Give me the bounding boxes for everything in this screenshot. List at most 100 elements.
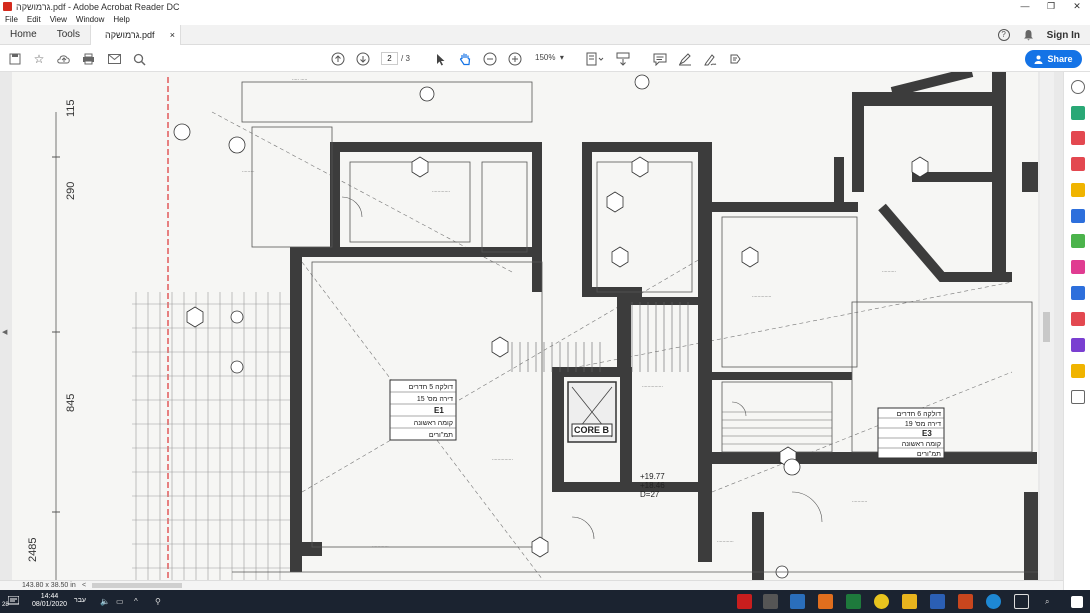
scan-ocr-icon[interactable]: [1071, 364, 1085, 378]
taskbar-calculator-icon[interactable]: [763, 594, 778, 609]
svg-text:.........: .........: [242, 168, 255, 174]
organize-pages-icon[interactable]: [1071, 234, 1085, 248]
scroll-mode-icon[interactable]: [615, 51, 631, 67]
page-number-input[interactable]: 2: [381, 52, 398, 65]
edit-pdf-icon[interactable]: [1071, 157, 1085, 171]
dimension-115: 115: [65, 99, 77, 117]
sign-icon[interactable]: [702, 51, 718, 67]
fill-and-sign-icon[interactable]: [1071, 260, 1085, 274]
vertical-scrollbar[interactable]: [1040, 72, 1054, 580]
fill-sign-icon[interactable]: [727, 51, 743, 67]
dimension-290: 290: [65, 182, 77, 200]
notification-center-icon[interactable]: [8, 596, 19, 607]
input-language[interactable]: עבר: [74, 597, 86, 604]
taskbar-app-icon[interactable]: [818, 594, 833, 609]
help-icon[interactable]: ?: [997, 29, 1010, 41]
network-icon[interactable]: ▭: [116, 597, 124, 606]
close-tab-icon[interactable]: ×: [170, 30, 175, 40]
menu-bar: File Edit View Window Help: [0, 13, 1090, 25]
vertical-scroll-thumb[interactable]: [1043, 312, 1050, 342]
comment-tool-icon[interactable]: [1071, 183, 1085, 197]
people-icon[interactable]: ⚲: [155, 597, 161, 606]
clock-date: 08/01/2020: [32, 601, 68, 608]
volume-icon[interactable]: 🔈: [100, 597, 110, 606]
document-viewer[interactable]: ◀ 115 290 845 2485 CORE B +19.77 +18.46 …: [0, 72, 1063, 580]
minimize-button[interactable]: —: [1012, 0, 1038, 13]
email-icon[interactable]: [106, 51, 122, 67]
taskbar-search-icon[interactable]: ⌕: [1045, 597, 1049, 607]
upload-cloud-icon[interactable]: [56, 51, 72, 67]
export-pdf-icon[interactable]: [1071, 106, 1085, 120]
floor-plan-drawing: 115 290 845 2485 CORE B +19.77 +18.46 D=…: [27, 72, 1038, 580]
sign-in-button[interactable]: Sign In: [1047, 30, 1080, 41]
taskbar-word-icon[interactable]: [930, 594, 945, 609]
svg-text:..... .....: ..... .....: [292, 76, 307, 82]
tray-arrow-icon[interactable]: ^: [134, 597, 138, 606]
room-right-type: דולקה 6 חדרים: [897, 410, 941, 418]
taskbar-chrome-icon[interactable]: [874, 594, 889, 609]
collapse-left-pane-icon[interactable]: ◀: [2, 328, 7, 336]
create-pdf-icon[interactable]: [1071, 131, 1085, 145]
previous-page-icon[interactable]: [330, 51, 346, 67]
share-button[interactable]: Share: [1025, 50, 1082, 68]
dimension-845: 845: [65, 394, 77, 412]
save-icon[interactable]: [7, 51, 23, 67]
taskbar-outlook-icon[interactable]: [790, 594, 805, 609]
taskbar-acrobat-icon[interactable]: [737, 594, 752, 609]
menu-file[interactable]: File: [5, 15, 18, 24]
taskbar-powerpoint-icon[interactable]: [958, 594, 973, 609]
tab-home[interactable]: Home: [0, 25, 47, 45]
taskbar-clock[interactable]: 14:44 08/01/2020: [32, 593, 67, 609]
tab-tools[interactable]: Tools: [47, 25, 90, 45]
taskbar-excel-icon[interactable]: [846, 594, 861, 609]
menu-edit[interactable]: Edit: [27, 15, 41, 24]
hand-tool-icon[interactable]: [457, 51, 473, 67]
window-titlebar: גרמושקה.pdf - Adobe Acrobat Reader DC — …: [0, 0, 1090, 13]
zoom-out-icon[interactable]: [482, 51, 498, 67]
svg-text:.............: .............: [432, 188, 450, 194]
zoom-tool-icon[interactable]: [1071, 80, 1085, 94]
zoom-level-select[interactable]: 150% ▾: [535, 53, 564, 62]
zoom-value: 150%: [535, 53, 556, 62]
taskbar-task-view-icon[interactable]: [1014, 594, 1029, 609]
share-label: Share: [1047, 54, 1073, 64]
menu-help[interactable]: Help: [113, 15, 129, 24]
comment-icon[interactable]: [652, 51, 668, 67]
tab-bar: Home Tools גרמושקה.pdf × ? Sign In: [0, 24, 1090, 45]
page-display-icon[interactable]: [584, 51, 606, 67]
search-icon[interactable]: [131, 51, 147, 67]
taskbar-edge-icon[interactable]: [986, 594, 1001, 609]
protect-icon[interactable]: [1071, 286, 1085, 300]
svg-text:..........: ..........: [882, 268, 896, 274]
select-cursor-icon[interactable]: [433, 51, 449, 67]
room-left-code: E1: [434, 406, 444, 415]
zoom-in-icon[interactable]: [507, 51, 523, 67]
clock-time: 14:44: [40, 593, 59, 600]
combine-files-icon[interactable]: [1071, 209, 1085, 223]
menu-window[interactable]: Window: [76, 15, 104, 24]
windows-taskbar: 28 14:44 08/01/2020 עבר 🔈 ▭ ^ ⚲ ⌕: [0, 590, 1090, 613]
tab-document[interactable]: גרמושקה.pdf ×: [90, 24, 182, 45]
maximize-button[interactable]: ❐: [1038, 0, 1064, 13]
menu-view[interactable]: View: [50, 15, 67, 24]
scroll-left-icon[interactable]: <: [82, 581, 86, 590]
highlight-pen-icon[interactable]: [677, 51, 693, 67]
windows-start-icon[interactable]: [1071, 596, 1083, 608]
horizontal-scroll-thumb[interactable]: [92, 583, 182, 588]
window-controls: — ❐ ✕: [1012, 0, 1090, 13]
next-page-icon[interactable]: [355, 51, 371, 67]
acrobat-app-icon: [3, 2, 12, 11]
status-bar: 143.80 x 38.50 in <: [0, 580, 1063, 590]
more-tools-icon[interactable]: [1071, 390, 1085, 404]
close-button[interactable]: ✕: [1064, 0, 1090, 13]
send-for-review-icon[interactable]: [1071, 312, 1085, 326]
taskbar-file-explorer-icon[interactable]: [902, 594, 917, 609]
notification-bell-icon[interactable]: [1023, 29, 1034, 41]
svg-text:...............: ...............: [492, 456, 513, 462]
print-icon[interactable]: [80, 51, 96, 67]
request-signature-icon[interactable]: [1071, 338, 1085, 352]
svg-text:..............: ..............: [752, 293, 771, 299]
svg-text:...............: ...............: [642, 383, 663, 389]
elevation-3: D=27: [640, 490, 660, 499]
bookmark-star-icon[interactable]: ☆: [31, 51, 47, 67]
